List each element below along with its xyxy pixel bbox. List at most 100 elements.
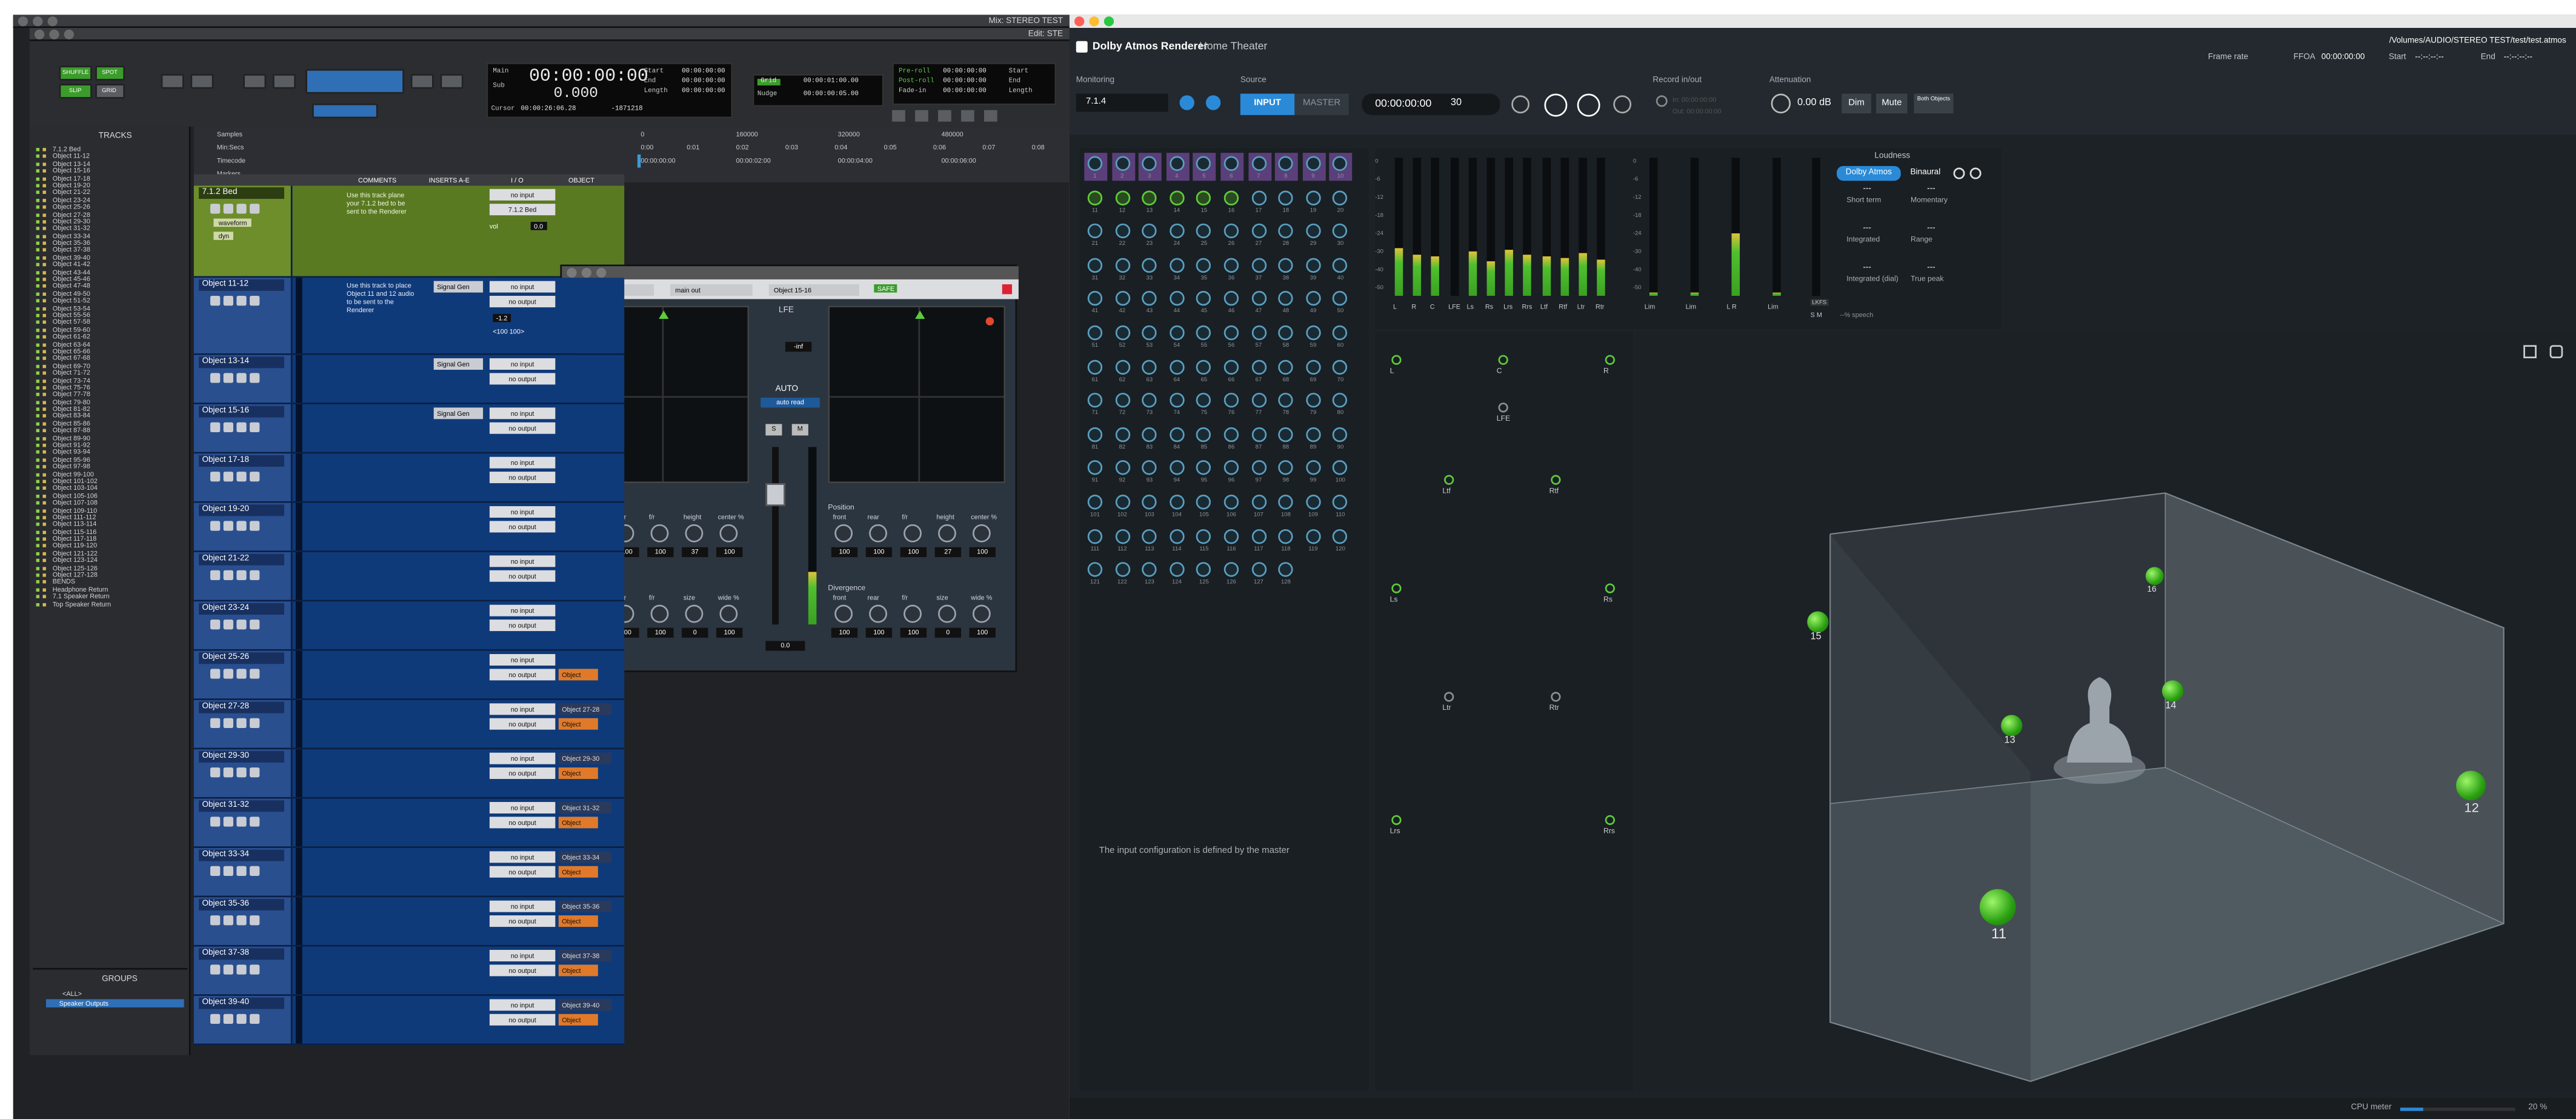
slip-mode-button[interactable]: SLIP <box>59 84 92 99</box>
input-monitor-button[interactable] <box>223 521 233 531</box>
input-selector[interactable]: no input <box>489 752 556 764</box>
input-monitor-button[interactable] <box>223 570 233 581</box>
track-list[interactable]: 7.1.2 Bed Object 11-12 Object 13-14 Object … <box>36 145 184 608</box>
input-monitor-button[interactable] <box>223 817 233 827</box>
input-channel-indicator[interactable] <box>1169 359 1185 375</box>
input-channel-indicator[interactable] <box>1114 495 1130 510</box>
input-channel-indicator[interactable] <box>1169 325 1185 341</box>
spot-mode-button[interactable]: SPOT <box>95 65 125 81</box>
output-selector[interactable]: no output <box>489 866 556 878</box>
input-channel-indicator[interactable] <box>1333 291 1348 307</box>
record-enable-button[interactable] <box>210 521 221 531</box>
input-selector[interactable]: no input <box>489 555 556 567</box>
record-icon[interactable] <box>983 110 997 122</box>
mute-button[interactable] <box>250 521 260 531</box>
object-mode-button[interactable]: Object <box>558 669 598 681</box>
pan-knob[interactable] <box>938 604 956 623</box>
output-selector[interactable]: no output <box>489 570 556 582</box>
input-channel-indicator[interactable] <box>1169 461 1185 476</box>
dolby-atmos-loudness-tab[interactable]: Dolby Atmos <box>1837 165 1901 181</box>
smart-tool-button[interactable] <box>305 68 404 94</box>
mute-button[interactable] <box>250 767 260 778</box>
pan-knob[interactable] <box>904 604 922 623</box>
record-enable-button[interactable] <box>210 472 221 482</box>
input-channel-indicator[interactable] <box>1305 156 1321 171</box>
input-channel-indicator[interactable] <box>1333 325 1348 341</box>
stop-button[interactable] <box>1544 93 1568 117</box>
input-channel-indicator[interactable] <box>1278 562 1294 578</box>
solo-button[interactable] <box>236 669 247 679</box>
solo-button[interactable] <box>236 620 247 630</box>
input-selector[interactable]: no input <box>489 851 556 863</box>
input-channel-indicator[interactable] <box>1333 427 1348 442</box>
object-mode-button[interactable]: Object <box>558 866 598 878</box>
group-item[interactable]: <ALL> <box>62 989 82 998</box>
input-selector[interactable]: no input <box>489 999 556 1011</box>
input-selector[interactable]: no input <box>489 506 556 518</box>
output-selector[interactable]: no output <box>489 817 556 829</box>
input-channel-indicator[interactable] <box>1169 427 1185 442</box>
input-channel-indicator[interactable] <box>1223 291 1239 307</box>
knob-value[interactable]: 100 <box>900 547 927 558</box>
input-channel-indicator[interactable] <box>1305 291 1321 307</box>
speaker-r-indicator[interactable] <box>1605 355 1616 365</box>
input-channel-indicator[interactable] <box>1278 528 1294 544</box>
input-channel-indicator[interactable] <box>1251 461 1266 476</box>
input-channel-indicator[interactable] <box>1196 528 1212 544</box>
headphone-icon[interactable] <box>1179 95 1194 110</box>
input-channel-indicator[interactable] <box>1251 258 1266 273</box>
pan-knob[interactable] <box>834 604 853 623</box>
output-selector[interactable]: no output <box>489 422 556 434</box>
output-selector[interactable]: no output <box>489 295 556 307</box>
input-monitor-button[interactable] <box>223 472 233 482</box>
track-name[interactable]: Object 37-38 <box>199 948 285 960</box>
input-channel-indicator[interactable] <box>1142 461 1157 476</box>
mute-button[interactable] <box>250 422 260 433</box>
input-channel-indicator[interactable] <box>1169 224 1185 239</box>
output-selector[interactable]: no output <box>489 521 556 533</box>
record-enable-button[interactable] <box>210 620 221 630</box>
input-selector[interactable]: no input <box>489 900 556 912</box>
speaker-l-indicator[interactable] <box>1391 355 1402 365</box>
volume-fader[interactable] <box>765 483 785 507</box>
input-channel-indicator[interactable] <box>1196 393 1212 408</box>
solo-button[interactable] <box>236 767 247 778</box>
input-channel-indicator[interactable] <box>1278 325 1294 341</box>
end-value[interactable]: --:--:--:-- <box>2504 53 2532 62</box>
track-name[interactable]: Object 11-12 <box>199 279 285 291</box>
view-selector[interactable]: waveform <box>213 218 252 227</box>
monitoring-select[interactable]: 7.1.4 <box>1076 93 1168 112</box>
knob-value[interactable]: 0 <box>934 627 961 638</box>
input-channel-indicator[interactable] <box>1142 325 1157 341</box>
record-enable-button[interactable] <box>210 915 221 926</box>
input-channel-indicator[interactable] <box>1223 495 1239 510</box>
automation-mode[interactable]: auto read <box>760 398 820 408</box>
input-channel-indicator[interactable] <box>1114 224 1130 239</box>
attenuation-knob[interactable] <box>1771 93 1791 114</box>
input-channel-indicator[interactable] <box>1333 528 1348 544</box>
input-channel-indicator[interactable] <box>1114 393 1130 408</box>
record-enable-button[interactable] <box>210 1014 221 1024</box>
output-path-selector[interactable]: main out <box>670 284 753 296</box>
zoom-in-button[interactable] <box>161 73 184 89</box>
input-channel-indicator[interactable] <box>1169 562 1185 578</box>
track-name[interactable]: Object 17-18 <box>199 455 285 467</box>
track-list-item[interactable]: Top Speaker Return <box>36 600 184 608</box>
input-monitor-button[interactable] <box>223 295 233 306</box>
record-button[interactable] <box>1613 95 1632 114</box>
input-channel-indicator[interactable] <box>1196 427 1212 442</box>
track-name[interactable]: Object 33-34 <box>199 849 285 861</box>
pause-icon[interactable] <box>1969 167 1982 179</box>
output-selector[interactable]: no output <box>489 1014 556 1026</box>
input-selector[interactable]: no input <box>489 950 556 961</box>
input-selector[interactable]: no input <box>489 407 556 419</box>
input-channel-indicator[interactable] <box>1142 190 1157 205</box>
input-channel-indicator[interactable] <box>1333 224 1348 239</box>
input-channel-indicator[interactable] <box>1278 359 1294 375</box>
input-channel-indicator[interactable] <box>1278 258 1294 273</box>
pan-knob[interactable] <box>972 604 991 623</box>
pan-knob[interactable] <box>938 524 956 543</box>
speaker-rs-indicator[interactable] <box>1605 583 1616 593</box>
solo-button[interactable] <box>236 295 247 306</box>
speaker-ltr-indicator[interactable] <box>1444 692 1454 702</box>
